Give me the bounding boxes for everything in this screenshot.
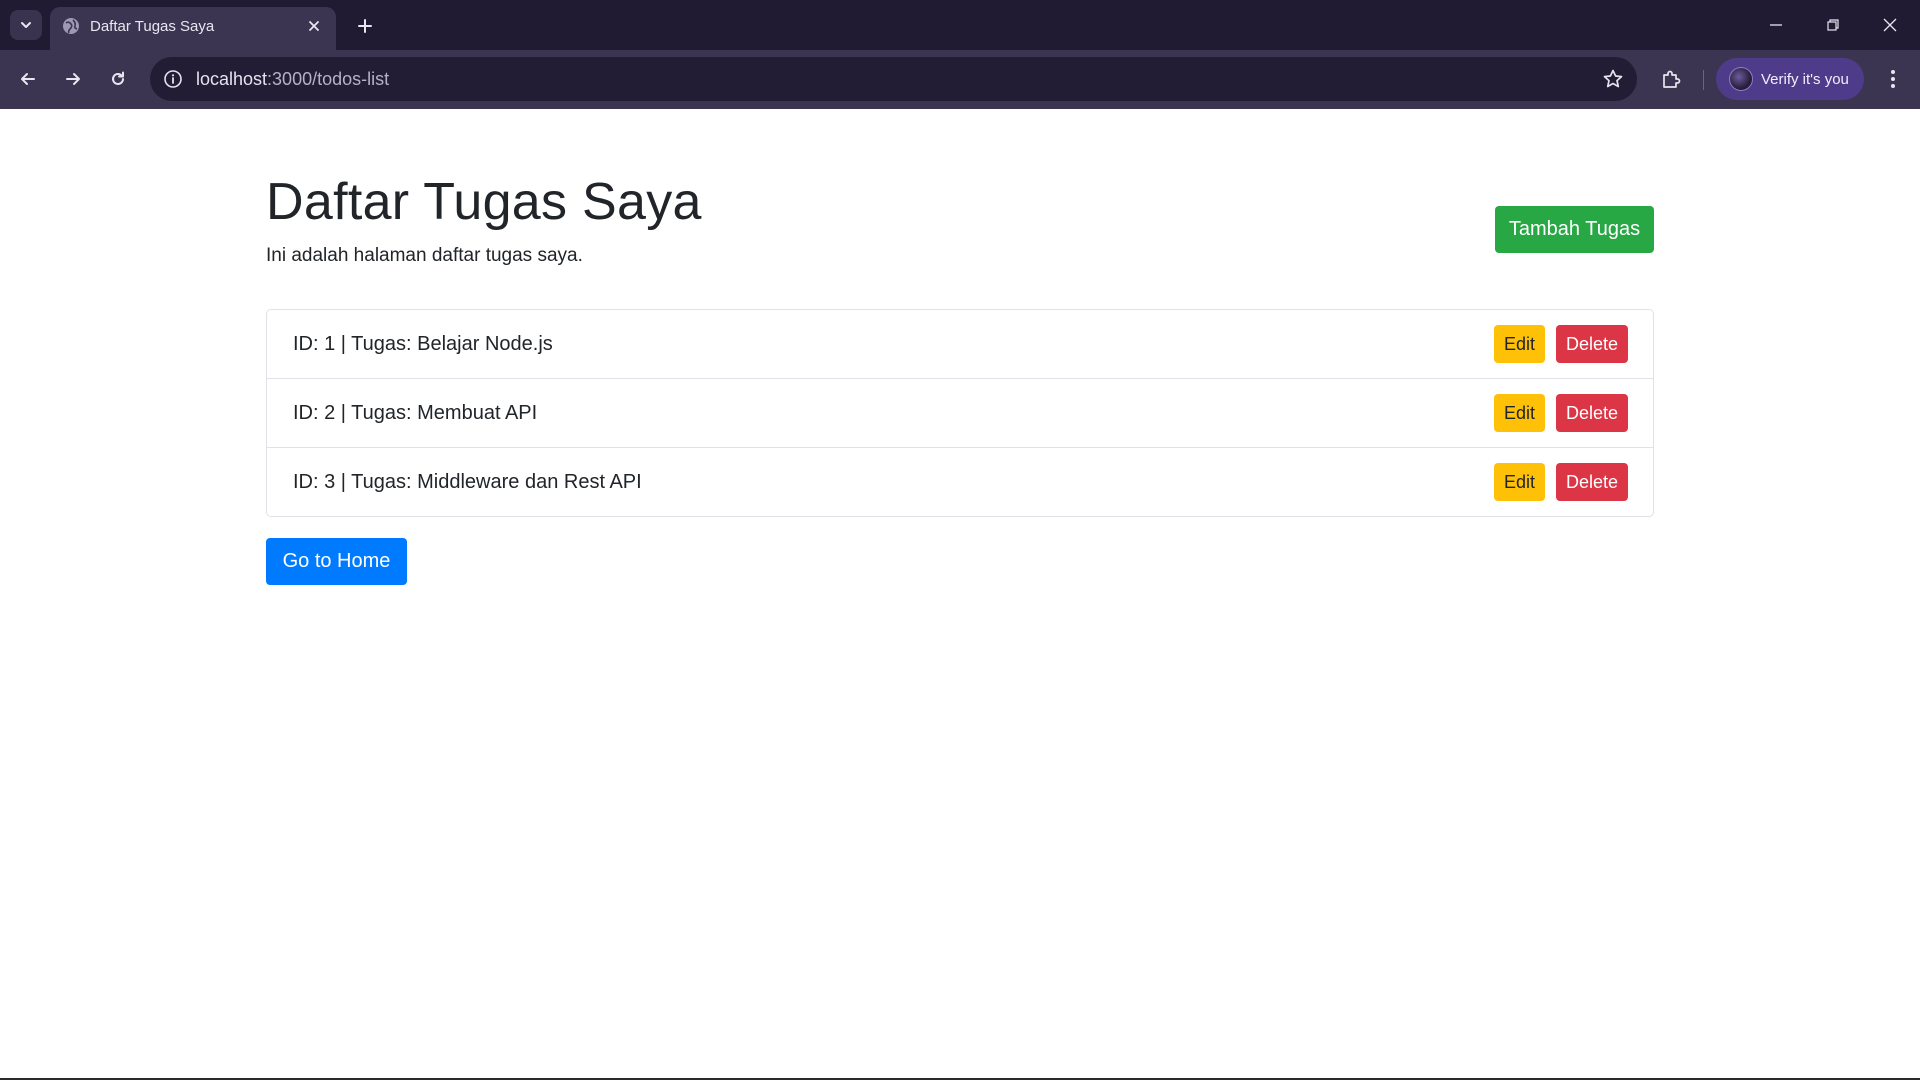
tab-close-button[interactable] xyxy=(304,16,324,36)
chevron-down-icon xyxy=(21,22,31,28)
close-icon xyxy=(1883,18,1897,32)
minimize-button[interactable] xyxy=(1756,10,1796,40)
reload-icon xyxy=(112,71,124,85)
go-to-home-button[interactable]: Go to Home xyxy=(266,538,407,585)
browser-menu-button[interactable] xyxy=(1878,64,1908,94)
kebab-menu-icon xyxy=(1891,70,1895,88)
plus-icon xyxy=(358,19,372,33)
minimize-icon xyxy=(1770,24,1782,26)
reload-button[interactable] xyxy=(103,64,133,94)
browser-tabstrip: Daftar Tugas Saya xyxy=(0,0,1920,50)
arrow-left-icon xyxy=(21,73,35,85)
tab-title: Daftar Tugas Saya xyxy=(90,18,215,35)
info-icon xyxy=(164,70,182,88)
browser-toolbar: localhost:3000/todos-list Verify it's yo… xyxy=(0,50,1920,109)
address-bar[interactable]: localhost:3000/todos-list xyxy=(150,57,1637,101)
edit-button[interactable]: Edit xyxy=(1494,394,1545,432)
list-item: ID: 2 | Tugas: Membuat API Edit Delete xyxy=(267,379,1653,448)
delete-button[interactable]: Delete xyxy=(1556,325,1628,363)
delete-button[interactable]: Delete xyxy=(1556,394,1628,432)
puzzle-icon xyxy=(1663,70,1681,88)
page-subtitle: Ini adalah halaman daftar tugas saya. xyxy=(266,245,583,266)
todo-text: ID: 2 | Tugas: Membuat API xyxy=(293,402,538,424)
globe-icon xyxy=(63,18,79,34)
add-task-button[interactable]: Tambah Tugas xyxy=(1495,206,1654,253)
edit-button[interactable]: Edit xyxy=(1494,325,1545,363)
restore-button[interactable] xyxy=(1813,10,1853,40)
arrow-right-icon xyxy=(66,73,80,85)
url-host: localhost xyxy=(196,69,268,89)
page-title: Daftar Tugas Saya xyxy=(266,173,702,231)
page-viewport: Daftar Tugas Saya Ini adalah halaman daf… xyxy=(0,109,1920,1078)
forward-button[interactable] xyxy=(58,64,88,94)
todo-list: ID: 1 | Tugas: Belajar Node.js Edit Dele… xyxy=(266,309,1654,517)
toolbar-separator xyxy=(1703,70,1704,90)
profile-button[interactable]: Verify it's you xyxy=(1716,58,1864,100)
list-item: ID: 1 | Tugas: Belajar Node.js Edit Dele… xyxy=(267,310,1653,379)
site-info-button[interactable] xyxy=(162,68,184,90)
browser-tab-active[interactable]: Daftar Tugas Saya xyxy=(50,7,336,50)
url-path: :3000/todos-list xyxy=(267,69,390,89)
profile-label: Verify it's you xyxy=(1761,70,1849,88)
list-item: ID: 3 | Tugas: Middleware dan Rest API E… xyxy=(267,448,1653,516)
tab-search-button[interactable] xyxy=(10,10,42,40)
edit-button[interactable]: Edit xyxy=(1494,463,1545,501)
url-text[interactable]: localhost:3000/todos-list xyxy=(196,69,389,90)
avatar xyxy=(1729,67,1753,91)
extensions-button[interactable] xyxy=(1656,64,1686,94)
back-button[interactable] xyxy=(13,64,43,94)
restore-icon xyxy=(1827,19,1839,31)
delete-button[interactable]: Delete xyxy=(1556,463,1628,501)
close-icon xyxy=(309,21,319,31)
bookmark-button[interactable] xyxy=(1601,67,1625,91)
star-icon xyxy=(1603,69,1623,88)
todo-text: ID: 3 | Tugas: Middleware dan Rest API xyxy=(293,471,642,493)
close-window-button[interactable] xyxy=(1870,10,1910,40)
new-tab-button[interactable] xyxy=(352,13,378,39)
todo-text: ID: 1 | Tugas: Belajar Node.js xyxy=(293,333,553,355)
